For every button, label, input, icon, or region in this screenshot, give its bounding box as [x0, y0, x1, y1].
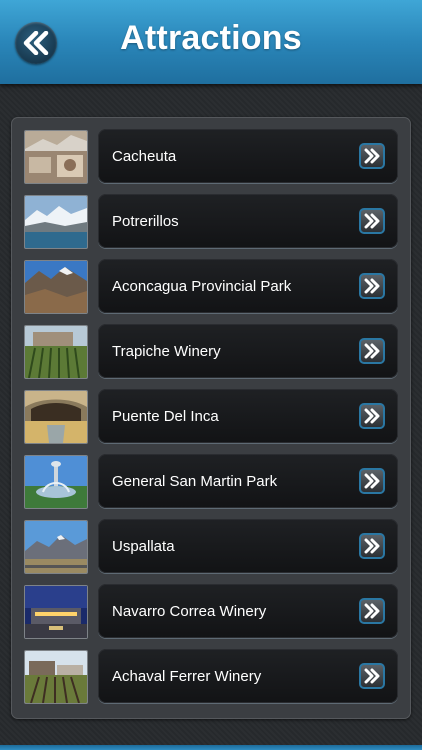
- bottom-accent-bar: [0, 745, 422, 750]
- double-chevron-right-icon[interactable]: [359, 663, 385, 689]
- attraction-button[interactable]: Trapiche Winery: [98, 324, 398, 378]
- attraction-label: Puente Del Inca: [112, 408, 219, 425]
- attraction-button[interactable]: Achaval Ferrer Winery: [98, 649, 398, 703]
- attraction-button[interactable]: Aconcagua Provincial Park: [98, 259, 398, 313]
- list-item[interactable]: General San Martin Park: [11, 454, 411, 510]
- page-title: Attractions: [120, 19, 302, 57]
- double-chevron-right-icon[interactable]: [359, 598, 385, 624]
- attraction-button[interactable]: Cacheuta: [98, 129, 398, 183]
- attraction-label: Achaval Ferrer Winery: [112, 668, 262, 685]
- attraction-label: Trapiche Winery: [112, 343, 221, 360]
- attractions-list: Cacheuta Potrerillos Aconcagua Provincia…: [11, 117, 411, 719]
- list-item[interactable]: Aconcagua Provincial Park: [11, 259, 411, 315]
- attraction-thumbnail: [24, 325, 88, 379]
- list-item[interactable]: Cacheuta: [11, 129, 411, 185]
- double-chevron-right-icon[interactable]: [359, 143, 385, 169]
- double-chevron-right-icon[interactable]: [359, 273, 385, 299]
- attraction-button[interactable]: Potrerillos: [98, 194, 398, 248]
- attraction-label: General San Martin Park: [112, 473, 278, 490]
- attraction-thumbnail: [24, 520, 88, 574]
- attraction-button[interactable]: Puente Del Inca: [98, 389, 398, 443]
- double-chevron-right-icon[interactable]: [359, 533, 385, 559]
- list-item[interactable]: Trapiche Winery: [11, 324, 411, 380]
- list-item[interactable]: Achaval Ferrer Winery: [11, 649, 411, 705]
- attraction-label: Potrerillos: [112, 213, 179, 230]
- header-bar: Attractions: [0, 0, 422, 84]
- attraction-thumbnail: [24, 195, 88, 249]
- attraction-thumbnail: [24, 585, 88, 639]
- double-chevron-right-icon[interactable]: [359, 208, 385, 234]
- attraction-button[interactable]: Uspallata: [98, 519, 398, 573]
- double-chevron-right-icon[interactable]: [359, 403, 385, 429]
- attraction-label: Aconcagua Provincial Park: [112, 278, 292, 295]
- attraction-thumbnail: [24, 455, 88, 509]
- list-item[interactable]: Puente Del Inca: [11, 389, 411, 445]
- attraction-label: Uspallata: [112, 538, 175, 555]
- attraction-label: Cacheuta: [112, 148, 177, 165]
- attraction-thumbnail: [24, 390, 88, 444]
- attraction-thumbnail: [24, 130, 88, 184]
- list-item[interactable]: Potrerillos: [11, 194, 411, 250]
- attraction-label: Navarro Correa Winery: [112, 603, 267, 620]
- attraction-thumbnail: [24, 650, 88, 704]
- attraction-button[interactable]: Navarro Correa Winery: [98, 584, 398, 638]
- attraction-button[interactable]: General San Martin Park: [98, 454, 398, 508]
- double-chevron-right-icon[interactable]: [359, 468, 385, 494]
- list-item[interactable]: Uspallata: [11, 519, 411, 575]
- attraction-thumbnail: [24, 260, 88, 314]
- list-item[interactable]: Navarro Correa Winery: [11, 584, 411, 640]
- double-chevron-right-icon[interactable]: [359, 338, 385, 364]
